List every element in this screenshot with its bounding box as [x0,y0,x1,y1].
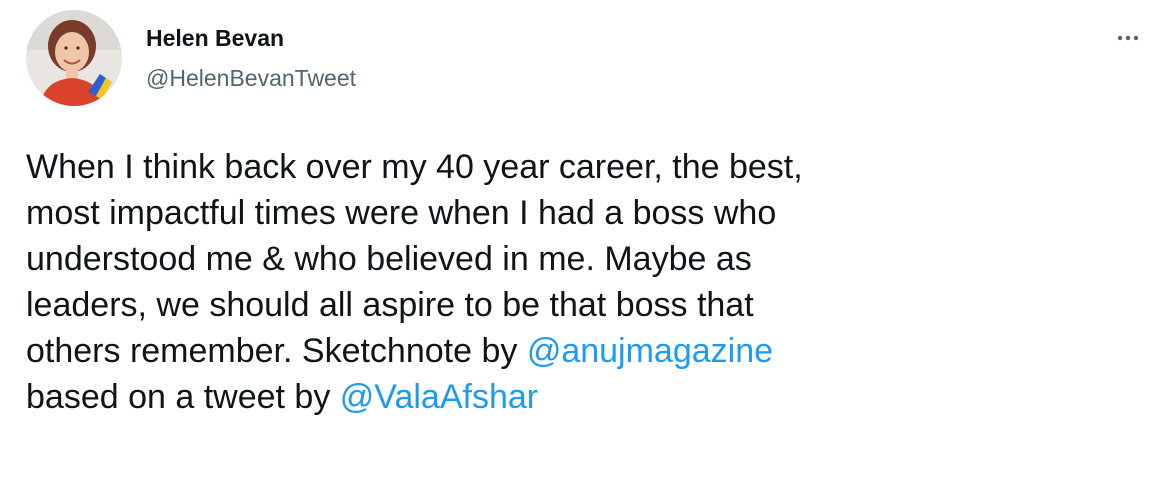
mention-link-anujmagazine[interactable]: @anujmagazine [527,332,773,370]
author-handle[interactable]: @HelenBevanTweet [146,64,356,92]
tweet-text-part: based on a tweet by [26,378,331,416]
more-horizontal-icon [1117,35,1139,41]
avatar[interactable] [26,10,122,106]
avatar-image [26,10,122,106]
mention-link-valaafshar[interactable]: @ValaAfshar [340,378,538,416]
tweet-text: When I think back over my 40 year career… [26,144,1136,420]
author-name[interactable]: Helen Bevan [146,24,284,52]
more-button[interactable] [1108,18,1148,58]
tweet-card: Helen Bevan @HelenBevanTweet When I thin… [0,0,1164,484]
